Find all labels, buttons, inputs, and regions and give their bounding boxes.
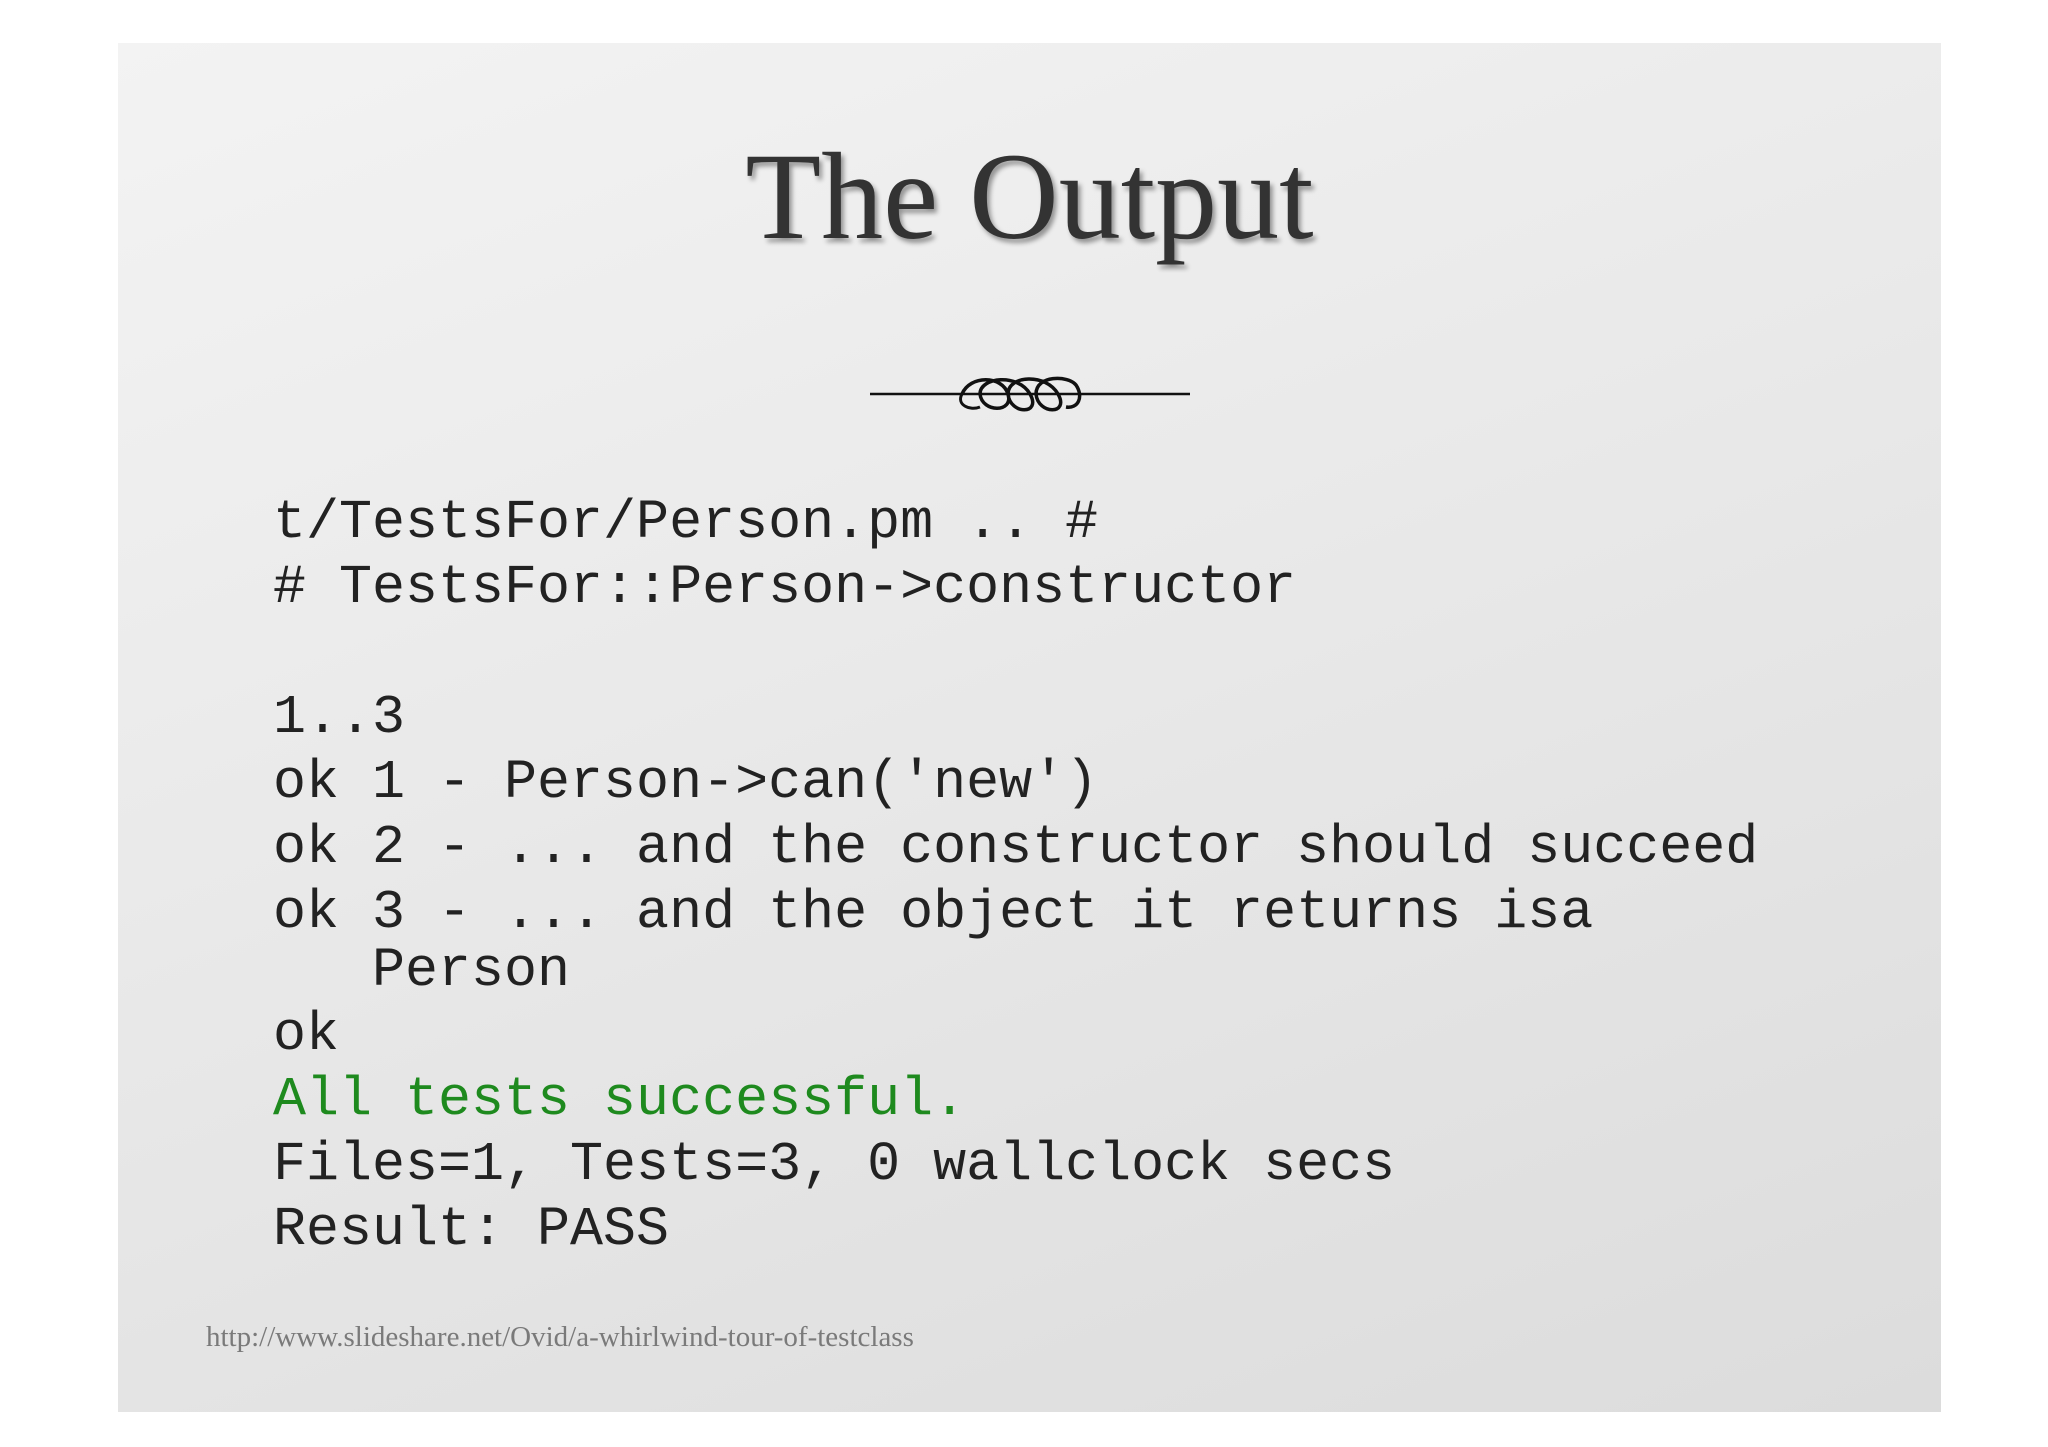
result-line: Result: PASS bbox=[273, 1198, 670, 1261]
flourish-divider-icon bbox=[870, 376, 1190, 412]
code-line: # TestsFor::Person->constructor bbox=[273, 556, 1297, 619]
code-line: ok 2 - ... and the constructor should su… bbox=[273, 816, 1759, 879]
code-line: ok 1 - Person->can('new') bbox=[273, 751, 1099, 814]
slide-title: The Output bbox=[745, 128, 1314, 265]
code-line: t/TestsFor/Person.pm .. # bbox=[273, 491, 1099, 554]
code-line: Files=1, Tests=3, 0 wallclock secs bbox=[273, 1133, 1396, 1196]
code-line: ok 3 - ... and the object it returns isa bbox=[273, 881, 1594, 944]
code-line: 1..3 bbox=[273, 686, 406, 749]
success-line: All tests successful. bbox=[273, 1068, 967, 1131]
source-url: http://www.slideshare.net/Ovid/a-whirlwi… bbox=[206, 1321, 914, 1353]
slide: The Output t/TestsFor/Person.pm .. # # T… bbox=[118, 43, 1941, 1412]
code-line: Person bbox=[273, 939, 571, 1002]
code-line: ok bbox=[273, 1003, 340, 1066]
